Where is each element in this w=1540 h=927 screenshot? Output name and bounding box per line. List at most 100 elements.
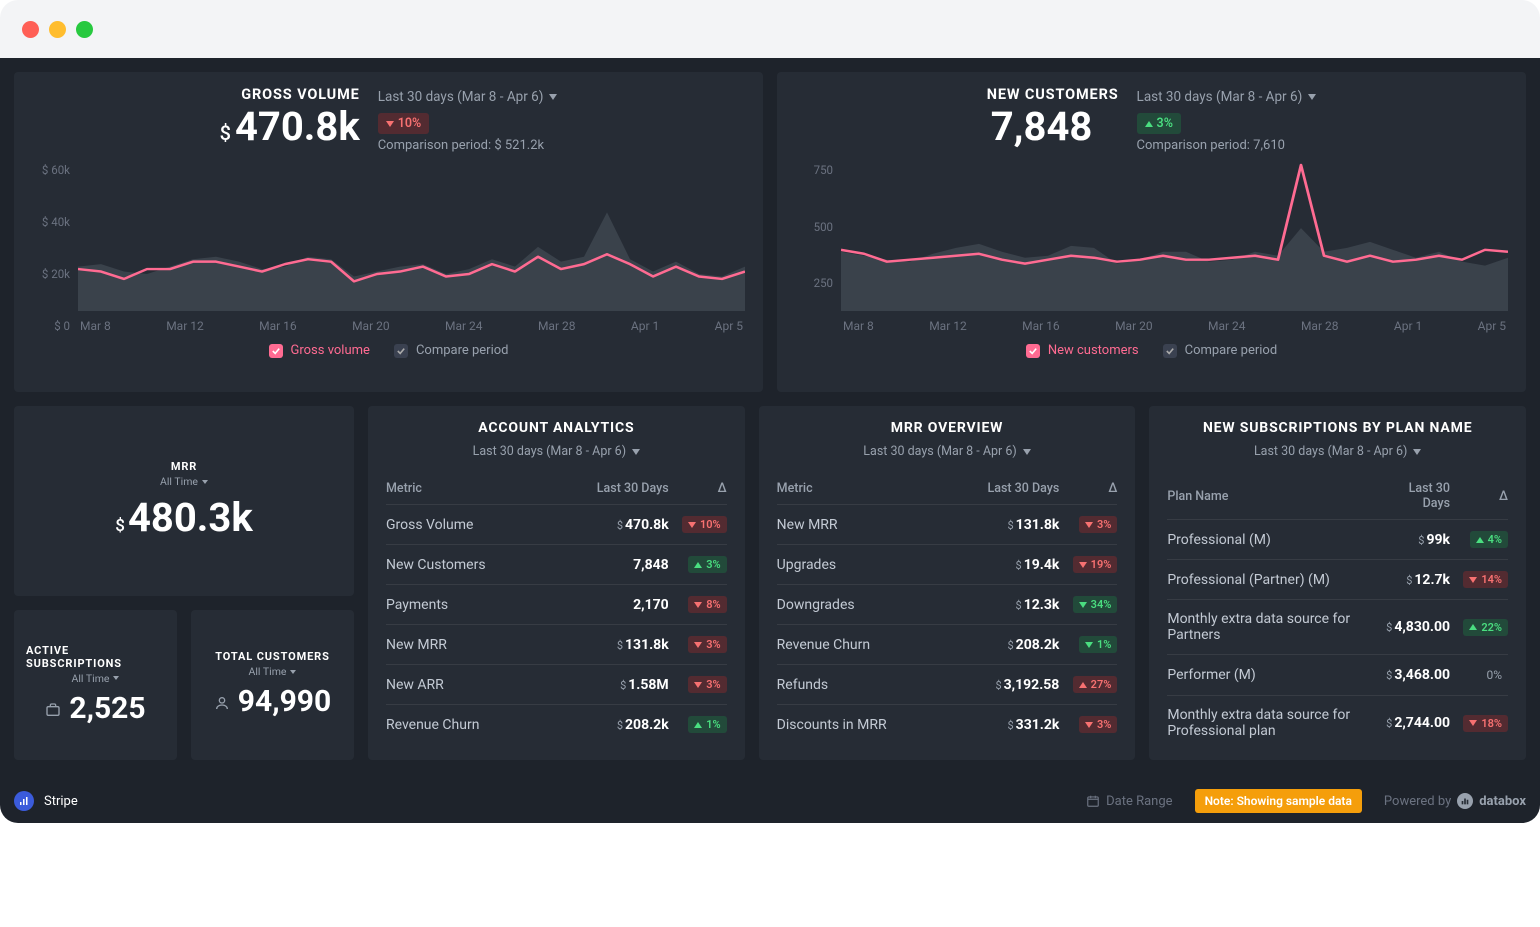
legend-item-compare[interactable]: Compare period — [394, 343, 509, 358]
comparison-text: Comparison period: 7,610 — [1137, 138, 1317, 153]
y-axis: $ 60k $ 40k $ 20k $ 0 — [32, 163, 78, 333]
legend-item-primary[interactable]: Gross volume — [269, 343, 370, 358]
row-delta: 18% — [1450, 696, 1508, 751]
close-icon[interactable] — [22, 21, 39, 38]
col-value: Last 30 Days — [550, 473, 669, 505]
delta-badge: 1% — [1079, 636, 1117, 653]
footer: Stripe Date Range Note: Showing sample d… — [14, 789, 1526, 813]
row-delta: 1% — [1059, 625, 1117, 665]
row-name: Discounts in MRR — [777, 705, 948, 745]
databox-icon — [1457, 793, 1473, 809]
line-chart — [841, 163, 1508, 311]
row-value: $131.8k — [550, 625, 669, 665]
row-delta: 1% — [669, 705, 727, 745]
briefcase-icon — [45, 702, 61, 722]
gross-volume-value: $ 470.8k — [220, 103, 360, 150]
account-analytics-panel: ACCOUNT ANALYTICS Last 30 days (Mar 8 - … — [368, 406, 745, 760]
delta-badge: 18% — [1463, 715, 1508, 732]
comparison-text: Comparison period: $ 521.2k — [378, 138, 558, 153]
row-delta: 3% — [1059, 705, 1117, 745]
card-range-selector[interactable]: All Time — [72, 672, 120, 685]
chevron-down-icon — [632, 449, 640, 455]
date-range-button[interactable]: Date Range — [1086, 794, 1172, 809]
row-delta: 0% — [1450, 655, 1508, 696]
date-range-selector[interactable]: Last 30 days (Mar 8 - Apr 6) — [473, 444, 640, 459]
card-title: MRR — [171, 460, 197, 473]
row-delta: 10% — [669, 505, 727, 545]
maximize-icon[interactable] — [76, 21, 93, 38]
legend-item-primary[interactable]: New customers — [1026, 343, 1139, 358]
checkbox-icon — [394, 344, 408, 358]
card-title: ACTIVE SUBSCRIPTIONS — [26, 644, 165, 670]
col-delta: Δ — [669, 473, 727, 505]
date-range-selector[interactable]: Last 30 days (Mar 8 - Apr 6) — [1137, 89, 1317, 105]
chevron-down-icon — [202, 480, 208, 484]
chevron-down-icon — [1308, 94, 1316, 100]
delta-badge: 3% — [688, 676, 726, 693]
delta-badge: 1% — [688, 716, 726, 733]
delta-badge: 10% — [682, 516, 727, 533]
row-value: $3,192.58 — [948, 665, 1060, 705]
card-range-selector[interactable]: All Time — [249, 665, 297, 678]
y-axis: 750 500 250 — [795, 163, 841, 333]
table-row: Monthly extra data source for Profession… — [1167, 696, 1508, 751]
panel-title: GROSS VOLUME — [220, 86, 360, 103]
browser-window: GROSS VOLUME $ 470.8k Last 30 days (Mar … — [0, 0, 1540, 823]
row-value: $12.3k — [948, 585, 1060, 625]
subscriptions-by-plan-panel: NEW SUBSCRIPTIONS BY PLAN NAME Last 30 d… — [1149, 406, 1526, 760]
powered-by: Powered by databox — [1384, 793, 1526, 809]
minimize-icon[interactable] — [49, 21, 66, 38]
checkbox-icon — [1163, 344, 1177, 358]
row-value: 2,170 — [550, 585, 669, 625]
active-subscriptions-card: ACTIVE SUBSCRIPTIONS All Time 2,525 — [14, 610, 177, 760]
panel-title: MRR OVERVIEW — [777, 420, 1118, 436]
row-value: 7,848 — [550, 545, 669, 585]
mrr-value: $480.3k — [115, 494, 252, 541]
mrr-card: MRR All Time $480.3k — [14, 406, 354, 596]
delta-badge: 4% — [1470, 531, 1508, 548]
table-row: Refunds$3,192.5827% — [777, 665, 1118, 705]
delta-badge: 3% — [688, 556, 726, 573]
card-range-selector[interactable]: All Time — [160, 475, 208, 488]
row-delta: 34% — [1059, 585, 1117, 625]
delta-badge: 3% — [1079, 516, 1117, 533]
data-source: Stripe — [14, 791, 78, 811]
date-range-selector[interactable]: Last 30 days (Mar 8 - Apr 6) — [378, 89, 558, 105]
line-chart — [78, 163, 745, 311]
row-value: $19.4k — [948, 545, 1060, 585]
mrr-overview-panel: MRR OVERVIEW Last 30 days (Mar 8 - Apr 6… — [759, 406, 1136, 760]
row-name: New MRR — [777, 505, 948, 545]
col-delta: Δ — [1450, 473, 1508, 520]
col-metric: Metric — [777, 473, 948, 505]
stripe-icon — [14, 791, 34, 811]
row-delta: 3% — [1059, 505, 1117, 545]
row-name: Professional (M) — [1167, 520, 1381, 560]
table-row: Performer (M)$3,468.000% — [1167, 655, 1508, 696]
table-row: Gross Volume$470.8k10% — [386, 505, 727, 545]
calendar-icon — [1086, 794, 1100, 808]
table-row: Professional (M)$99k4% — [1167, 520, 1508, 560]
sample-data-note: Note: Showing sample data — [1195, 789, 1362, 813]
total-customers-value: 94,990 — [238, 684, 331, 719]
row-delta: 19% — [1059, 545, 1117, 585]
row-name: Monthly extra data source for Partners — [1167, 600, 1381, 655]
x-axis: Mar 8Mar 12Mar 16Mar 20Mar 24Mar 28Apr 1… — [78, 319, 745, 333]
row-delta: 14% — [1450, 560, 1508, 600]
new-customers-panel: NEW CUSTOMERS 7,848 Last 30 days (Mar 8 … — [777, 72, 1526, 392]
row-value: $3,468.00 — [1381, 655, 1450, 696]
row-name: Gross Volume — [386, 505, 550, 545]
row-name: Revenue Churn — [386, 705, 550, 745]
row-delta: 3% — [669, 625, 727, 665]
row-name: Performer (M) — [1167, 655, 1381, 696]
delta-badge: 19% — [1073, 556, 1118, 573]
table-row: New MRR$131.8k3% — [777, 505, 1118, 545]
chevron-down-icon — [1023, 449, 1031, 455]
date-range-selector[interactable]: Last 30 days (Mar 8 - Apr 6) — [863, 444, 1030, 459]
table-row: New Customers7,8483% — [386, 545, 727, 585]
row-name: Downgrades — [777, 585, 948, 625]
row-value: $208.2k — [550, 705, 669, 745]
legend-item-compare[interactable]: Compare period — [1163, 343, 1278, 358]
date-range-selector[interactable]: Last 30 days (Mar 8 - Apr 6) — [1254, 444, 1421, 459]
table-row: Professional (Partner) (M)$12.7k14% — [1167, 560, 1508, 600]
delta-badge: 27% — [1073, 676, 1118, 693]
